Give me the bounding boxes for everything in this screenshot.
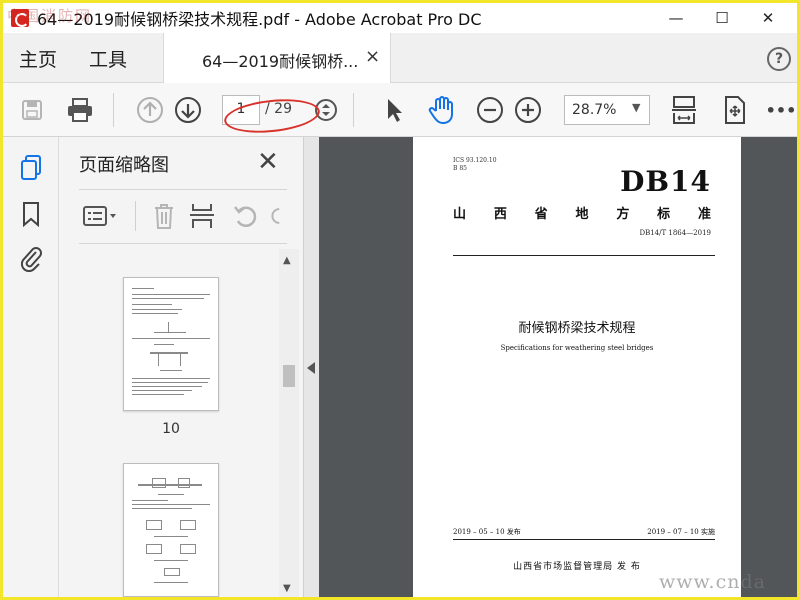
document-subtitle: Specifications for weathering steel brid… bbox=[500, 344, 654, 352]
page-number-input[interactable]: 1 bbox=[222, 95, 260, 125]
more-tools-icon[interactable]: ••• bbox=[766, 95, 797, 125]
province-char: 地 bbox=[575, 207, 589, 222]
ics-line: ICS 93.120.10 bbox=[453, 157, 497, 164]
effective-date: 2019 – 07 – 10 实施 bbox=[647, 528, 715, 536]
zoom-out-icon[interactable] bbox=[475, 95, 505, 125]
issuer: 山西省市场监督管理局 发 布 bbox=[513, 562, 641, 572]
print-icon[interactable] bbox=[65, 95, 95, 125]
rotate-view-icon[interactable] bbox=[719, 95, 749, 125]
fit-page-icon[interactable] bbox=[669, 95, 699, 125]
page-thumbnails-icon[interactable] bbox=[16, 153, 46, 183]
page-nav-menu-icon[interactable] bbox=[311, 95, 341, 125]
select-pointer-icon[interactable] bbox=[379, 95, 409, 125]
ics-code: ICS 93.120.10 B 85 bbox=[453, 157, 497, 173]
next-page-icon[interactable] bbox=[173, 95, 203, 125]
province-char: 方 bbox=[616, 207, 630, 222]
scroll-down-icon[interactable]: ▼ bbox=[283, 583, 291, 594]
previous-page-icon[interactable] bbox=[135, 95, 165, 125]
thumbnail-page-number: 10 bbox=[162, 421, 180, 437]
tab-close-icon[interactable]: × bbox=[365, 46, 380, 67]
title-bar: 64—2019耐候钢桥梁技术规程.pdf - Adobe Acrobat Pro… bbox=[3, 3, 797, 33]
window-controls: — ☐ ✕ bbox=[653, 3, 791, 33]
menu-tools[interactable]: 工具 bbox=[89, 45, 127, 72]
page-thumbnail[interactable] bbox=[123, 463, 219, 597]
document-tab[interactable]: 64—2019耐候钢桥... × bbox=[163, 33, 391, 83]
save-icon[interactable] bbox=[17, 95, 47, 125]
thumbnail-options-icon[interactable] bbox=[81, 201, 119, 231]
navigation-rail bbox=[3, 137, 59, 597]
standard-number: DB14/T 1864—2019 bbox=[639, 229, 711, 237]
province-char: 省 bbox=[534, 207, 548, 222]
panel-separator bbox=[135, 201, 136, 231]
toolbar-separator bbox=[113, 93, 114, 127]
bookmarks-icon[interactable] bbox=[16, 199, 46, 229]
window-title: 64—2019耐候钢桥梁技术规程.pdf - Adobe Acrobat Pro… bbox=[37, 10, 482, 29]
pdf-page: ICS 93.120.10 B 85 DB14 山 西 省 地 方 标 准 DB… bbox=[413, 137, 741, 597]
delete-page-icon[interactable] bbox=[149, 201, 179, 231]
main-toolbar: 1 / 29 28.7% ▼ ••• bbox=[3, 83, 797, 137]
rule-line bbox=[453, 539, 715, 540]
zoom-in-icon[interactable] bbox=[513, 95, 543, 125]
zoom-level-dropdown[interactable]: 28.7% ▼ bbox=[564, 95, 650, 125]
province-char: 山 bbox=[453, 207, 467, 222]
rotate-clockwise-icon[interactable] bbox=[267, 201, 287, 231]
page-total: / 29 bbox=[265, 101, 292, 117]
standard-code: DB14 bbox=[620, 165, 711, 198]
panel-title: 页面缩略图 bbox=[79, 155, 169, 176]
document-view[interactable]: ICS 93.120.10 B 85 DB14 山 西 省 地 方 标 准 DB… bbox=[319, 137, 797, 597]
scroll-up-icon[interactable]: ▲ bbox=[283, 255, 291, 266]
standard-category: 山 西 省 地 方 标 准 bbox=[453, 203, 711, 222]
minimize-button[interactable]: — bbox=[653, 3, 699, 33]
document-tab-label: 64—2019耐候钢桥... bbox=[202, 52, 359, 71]
divider bbox=[79, 243, 287, 244]
toolbar-separator bbox=[353, 93, 354, 127]
rule-line bbox=[453, 255, 715, 256]
rotate-counterclockwise-icon[interactable] bbox=[231, 201, 261, 231]
hand-tool-icon[interactable] bbox=[427, 95, 457, 125]
acrobat-logo-icon bbox=[11, 9, 29, 27]
issue-date: 2019 – 05 – 10 发布 bbox=[453, 528, 521, 536]
help-icon[interactable]: ? bbox=[767, 47, 791, 71]
menu-home[interactable]: 主页 bbox=[19, 45, 57, 72]
page-thumbnail[interactable] bbox=[123, 277, 219, 411]
divider bbox=[79, 189, 287, 190]
close-window-button[interactable]: ✕ bbox=[745, 3, 791, 33]
collapse-panel-icon[interactable] bbox=[307, 362, 315, 374]
chevron-down-icon: ▼ bbox=[632, 101, 641, 114]
ccs-line: B 85 bbox=[453, 165, 467, 172]
province-char: 准 bbox=[697, 207, 711, 222]
scrollbar-thumb[interactable] bbox=[283, 365, 295, 387]
tab-bar: 主页 工具 64—2019耐候钢桥... × ? bbox=[3, 33, 797, 83]
thumbnail-list: 10 bbox=[59, 249, 279, 597]
zoom-value: 28.7% bbox=[572, 102, 617, 118]
thumbnail-scrollbar[interactable]: ▲ ▼ bbox=[279, 249, 299, 597]
app-window: 64—2019耐候钢桥梁技术规程.pdf - Adobe Acrobat Pro… bbox=[0, 0, 800, 600]
thumbnails-panel: 页面缩略图 ✕ 10 ▲ ▼ bbox=[59, 137, 303, 597]
maximize-button[interactable]: ☐ bbox=[699, 3, 745, 33]
province-char: 标 bbox=[657, 207, 671, 222]
province-char: 西 bbox=[493, 207, 507, 222]
insert-page-icon[interactable] bbox=[187, 201, 217, 231]
panel-toolbar bbox=[79, 197, 299, 237]
attachments-icon[interactable] bbox=[16, 243, 46, 273]
panel-splitter[interactable] bbox=[303, 137, 319, 597]
document-title: 耐候钢桥梁技术规程 bbox=[518, 321, 636, 336]
panel-close-icon[interactable]: ✕ bbox=[257, 147, 279, 177]
